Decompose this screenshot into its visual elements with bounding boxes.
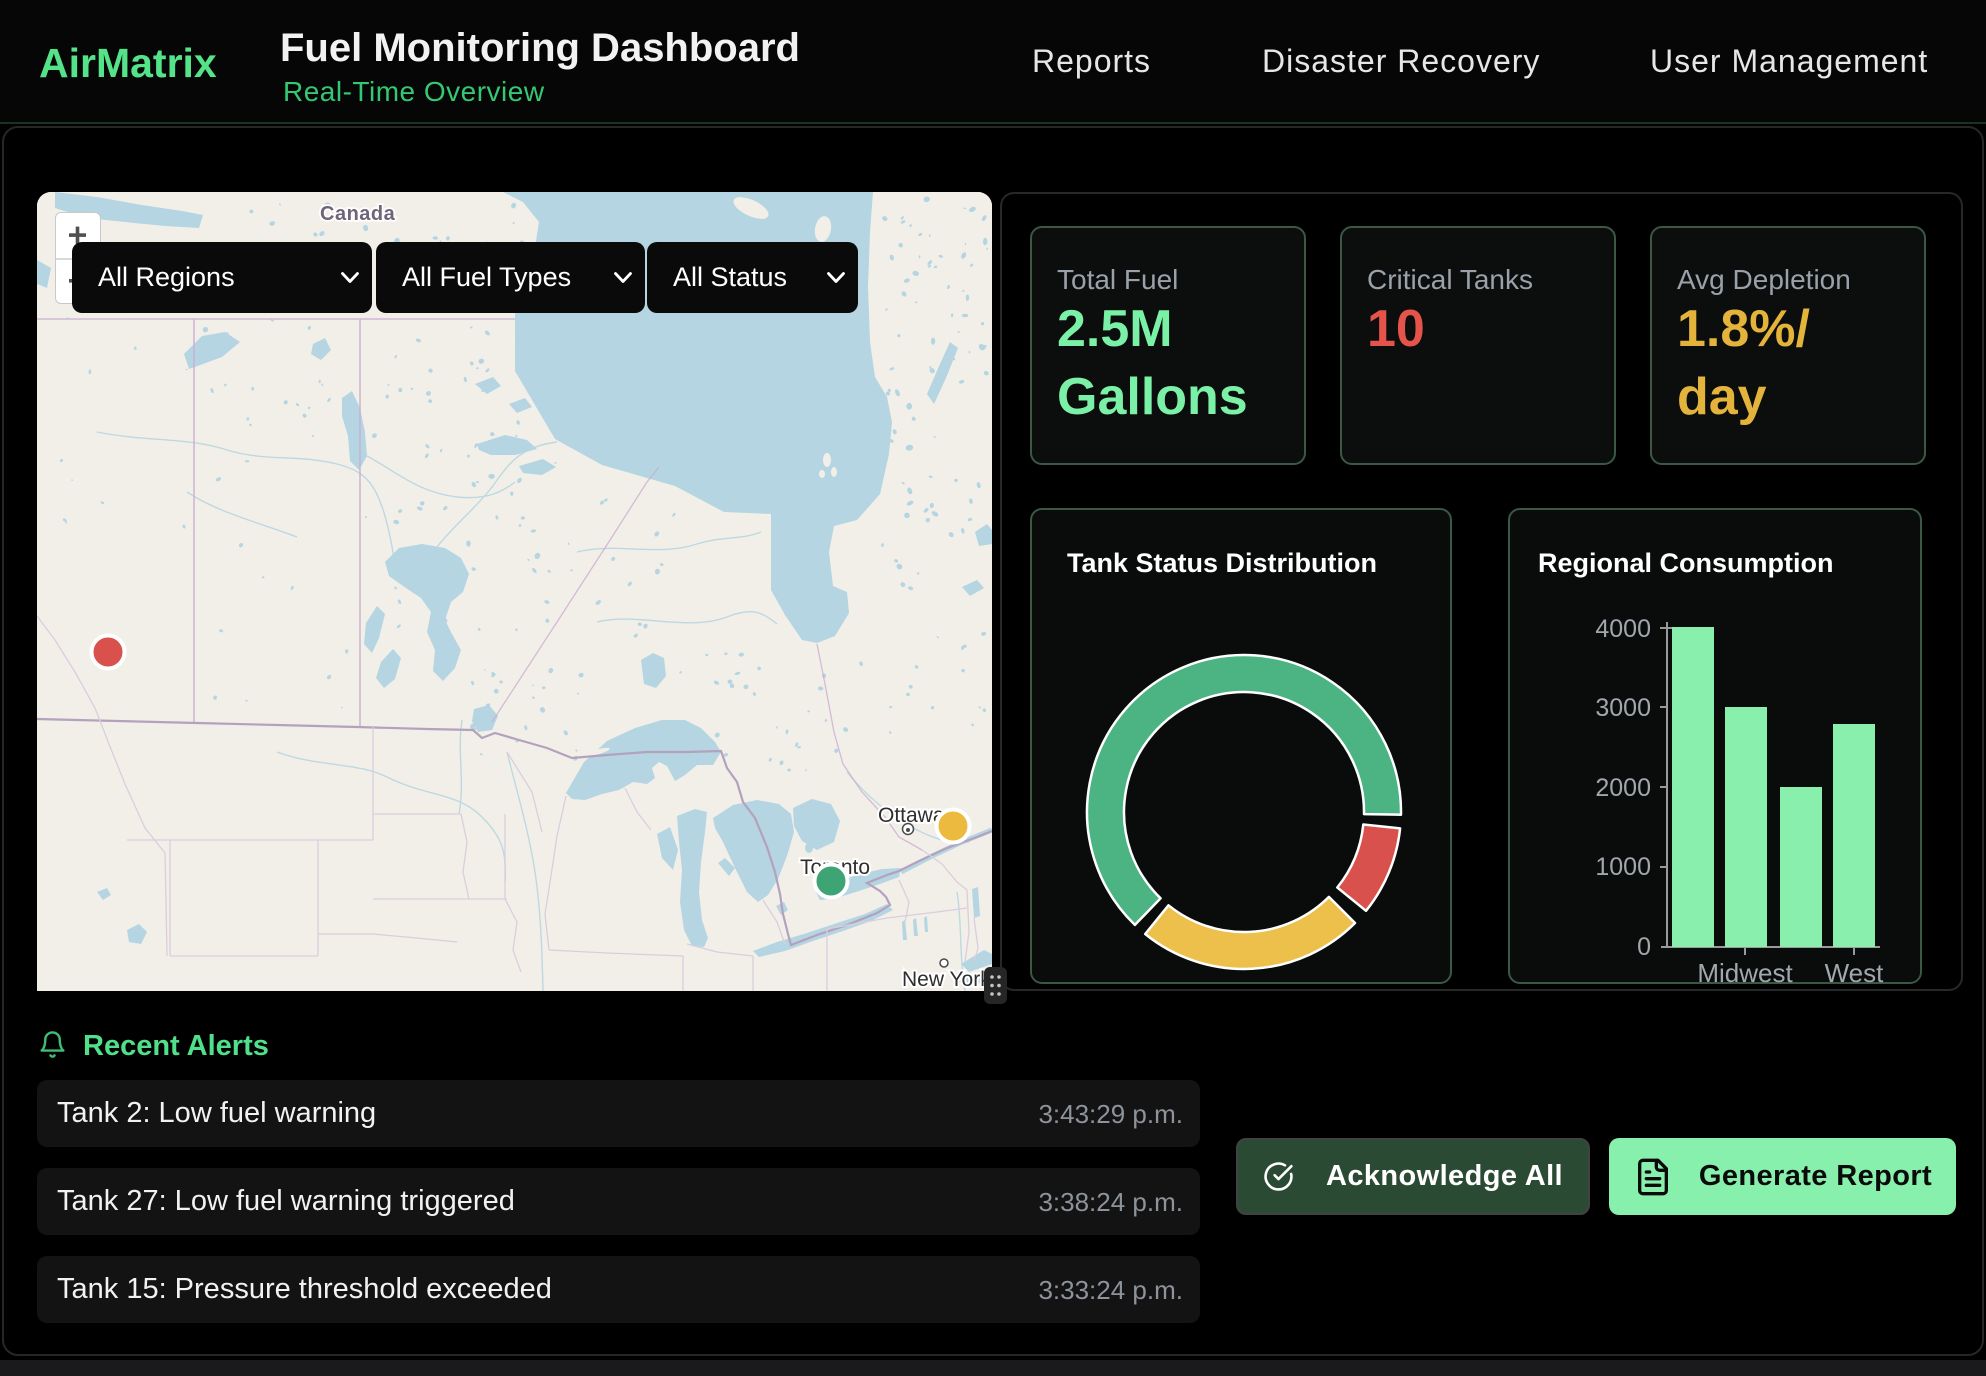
svg-text:West: West — [1825, 958, 1885, 986]
svg-text:Canada: Canada — [320, 203, 396, 225]
svg-text:2000: 2000 — [1595, 774, 1651, 802]
svg-text:1000: 1000 — [1595, 853, 1651, 881]
svg-text:Midwest: Midwest — [1697, 958, 1793, 986]
svg-text:3000: 3000 — [1595, 694, 1651, 722]
svg-text:0: 0 — [1637, 933, 1651, 961]
svg-text:4000: 4000 — [1595, 615, 1651, 643]
svg-text:New York: New York — [902, 968, 991, 991]
